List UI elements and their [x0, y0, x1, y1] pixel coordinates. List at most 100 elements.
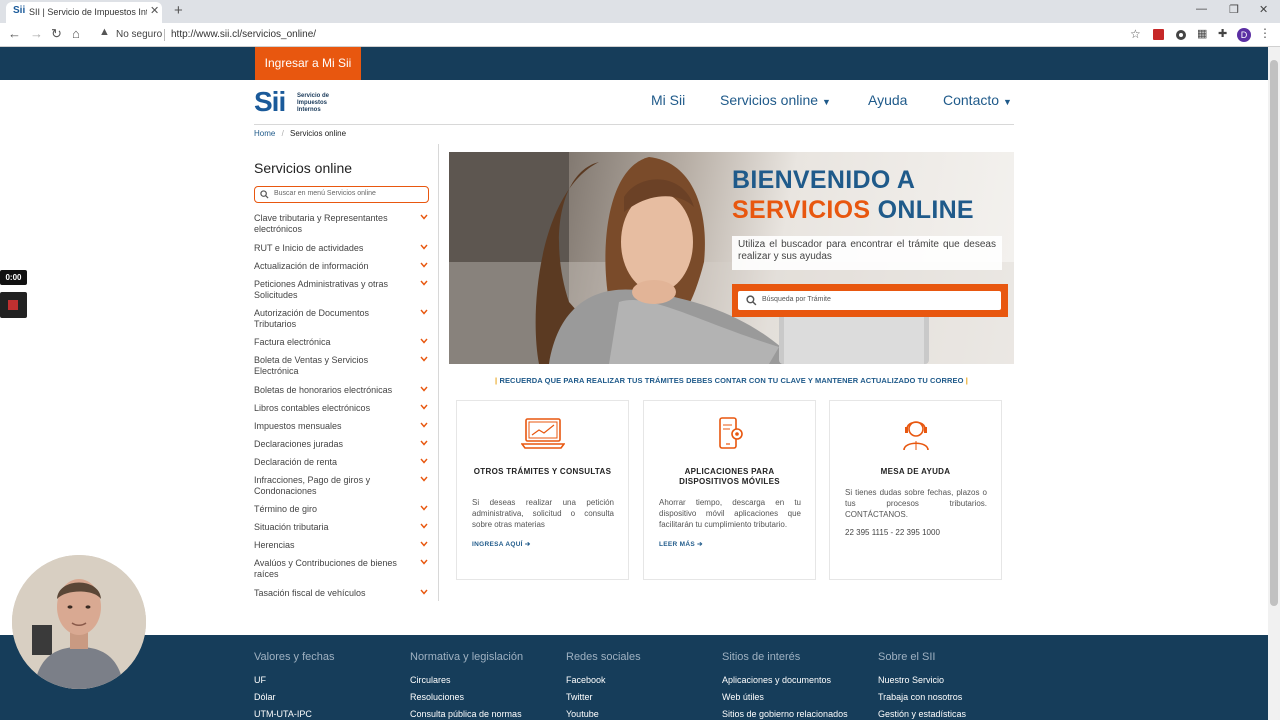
sidebar-item[interactable]: Término de giro — [254, 504, 434, 515]
chevron-down-icon[interactable] — [420, 404, 428, 410]
breadcrumb-home[interactable]: Home — [254, 129, 275, 138]
sidebar-item[interactable]: Situación tributaria — [254, 522, 434, 533]
sidebar-item[interactable]: Avalúos y Contribuciones de bienes raíce… — [254, 558, 434, 580]
restore-window-icon[interactable]: ❐ — [1229, 3, 1239, 16]
forward-arrow-icon[interactable]: → — [30, 26, 43, 41]
footer-link[interactable]: Aplicaciones y documentos — [722, 675, 831, 685]
chevron-down-icon[interactable] — [420, 338, 428, 344]
sidebar-item[interactable]: Autorización de Documentos Tributarios — [254, 308, 434, 330]
hero-title-line2: SERVICIOS ONLINE — [732, 196, 974, 225]
sidebar-item[interactable]: Herencias — [254, 540, 434, 551]
chevron-down-icon[interactable] — [420, 523, 428, 529]
card-text: Si deseas realizar una petición administ… — [472, 498, 614, 529]
browser-tab[interactable]: Sii SII | Servicio de Impuestos Intern ✕ — [6, 2, 162, 23]
footer-link[interactable]: Sitios de gobierno relacionados — [722, 709, 848, 719]
chevron-down-icon[interactable] — [420, 309, 428, 315]
footer-link[interactable]: Nuestro Servicio — [878, 675, 944, 685]
sidebar-item[interactable]: Factura electrónica — [254, 337, 434, 348]
nav-servicios-online[interactable]: Servicios online ▼ — [720, 92, 831, 108]
reload-icon[interactable]: ↻ — [51, 26, 62, 42]
card-link-label: LEER MÁS — [659, 541, 695, 548]
sidebar-item[interactable]: Impuestos mensuales — [254, 421, 434, 432]
chevron-down-icon[interactable] — [420, 422, 428, 428]
footer-link[interactable]: UF — [254, 675, 266, 685]
ingresar-mi-sii-button[interactable]: Ingresar a Mi Sii — [255, 47, 361, 80]
footer-link[interactable]: Trabaja con nosotros — [878, 692, 962, 702]
sidebar-item[interactable]: Declaración de renta — [254, 457, 434, 468]
breadcrumb: Home / Servicios online — [254, 129, 346, 138]
sidebar-item[interactable]: Peticiones Administrativas y otras Solic… — [254, 279, 434, 301]
nav-contacto[interactable]: Contacto ▼ — [943, 92, 1012, 108]
footer-link[interactable]: Resoluciones — [410, 692, 464, 702]
nav-ayuda[interactable]: Ayuda — [868, 92, 907, 108]
extension-circle-icon[interactable] — [1176, 30, 1186, 40]
sidebar-item[interactable]: Actualización de información — [254, 261, 434, 272]
chevron-down-icon[interactable] — [420, 559, 428, 565]
sidebar-search-input[interactable]: Buscar en menú Servicios online — [254, 186, 429, 203]
chevron-down-icon[interactable] — [420, 280, 428, 286]
url-text[interactable]: http://www.sii.cl/servicios_online/ — [171, 29, 316, 40]
chevron-down-icon[interactable] — [420, 476, 428, 482]
address-bar[interactable]: ▲ No seguro http://www.sii.cl/servicios_… — [94, 26, 1146, 44]
close-window-icon[interactable]: ✕ — [1259, 3, 1268, 16]
footer-link[interactable]: Web útiles — [722, 692, 764, 702]
sidebar-item-label: Autorización de Documentos Tributarios — [254, 308, 370, 329]
sidebar-item[interactable]: Boletas de honorarios electrónicas — [254, 385, 434, 396]
footer-link[interactable]: Gestión y estadísticas — [878, 709, 966, 719]
minimize-window-icon[interactable]: — — [1196, 3, 1207, 15]
card-otros-tramites: OTROS TRÁMITES Y CONSULTAS Si deseas rea… — [456, 400, 629, 580]
chevron-down-icon[interactable] — [420, 458, 428, 464]
bookmark-star-icon[interactable]: ☆ — [1130, 27, 1141, 41]
sidebar-item-label: Situación tributaria — [254, 522, 329, 532]
footer-link[interactable]: Twitter — [566, 692, 593, 702]
sidebar-item[interactable]: Clave tributaria y Representantes electr… — [254, 213, 434, 235]
sidebar-item-label: Herencias — [254, 540, 295, 550]
chevron-down-icon[interactable] — [420, 386, 428, 392]
notice-text: RECUERDA QUE PARA REALIZAR TUS TRÁMITES … — [499, 376, 964, 385]
security-label[interactable]: No seguro — [116, 29, 162, 40]
chevron-down-icon[interactable] — [420, 214, 428, 220]
sidebar-item[interactable]: Libros contables electrónicos — [254, 403, 434, 414]
footer — [0, 635, 1268, 720]
warning-triangle-icon[interactable]: ▲ — [99, 26, 110, 38]
footer-link[interactable]: Dólar — [254, 692, 276, 702]
extension-grid-icon[interactable]: ▦ — [1197, 29, 1208, 40]
browser-tab-strip: Sii SII | Servicio de Impuestos Intern ✕… — [0, 0, 1280, 23]
stop-recording-button[interactable] — [0, 292, 27, 318]
sii-logo[interactable]: Sii Servicio de Impuestos Internos — [254, 87, 349, 119]
chevron-down-icon[interactable] — [420, 541, 428, 547]
sidebar-item-label: RUT e Inicio de actividades — [254, 243, 364, 253]
back-arrow-icon[interactable]: ← — [8, 26, 21, 41]
footer-link[interactable]: Circulares — [410, 675, 451, 685]
profile-avatar[interactable]: D — [1237, 28, 1251, 42]
sidebar-item[interactable]: Infracciones, Pago de giros y Condonacio… — [254, 475, 434, 497]
footer-link[interactable]: Youtube — [566, 709, 599, 719]
notice-banner: | RECUERDA QUE PARA REALIZAR TUS TRÁMITE… — [449, 376, 1014, 385]
scrollbar-thumb[interactable] — [1270, 60, 1278, 606]
browser-menu-icon[interactable]: ⋮ — [1259, 26, 1271, 40]
extension-red-icon[interactable] — [1153, 29, 1164, 40]
home-icon[interactable]: ⌂ — [72, 26, 80, 41]
chevron-down-icon[interactable] — [420, 440, 428, 446]
close-tab-icon[interactable]: ✕ — [150, 4, 159, 17]
chevron-down-icon[interactable] — [420, 244, 428, 250]
leer-mas-link[interactable]: LEER MÁS ➔ — [659, 540, 703, 548]
ingresa-aqui-link[interactable]: INGRESA AQUÍ ➔ — [472, 540, 531, 548]
hero-search-input[interactable]: Búsqueda por Trámite — [738, 291, 1001, 310]
card-mesa-de-ayuda: MESA DE AYUDA Si tienes dudas sobre fech… — [829, 400, 1002, 580]
chevron-down-icon[interactable] — [420, 589, 428, 595]
nav-mi-sii[interactable]: Mi Sii — [651, 92, 685, 108]
sidebar-item[interactable]: Tasación fiscal de vehículos — [254, 588, 434, 599]
footer-link[interactable]: Facebook — [566, 675, 606, 685]
logo-mark: Sii — [254, 86, 286, 117]
new-tab-button[interactable]: + — [174, 2, 183, 19]
chevron-down-icon[interactable] — [420, 356, 428, 362]
sidebar-item[interactable]: Boleta de Ventas y Servicios Electrónica — [254, 355, 434, 377]
chevron-down-icon[interactable] — [420, 262, 428, 268]
footer-link[interactable]: Consulta pública de normas — [410, 709, 522, 719]
chevron-down-icon[interactable] — [420, 505, 428, 511]
footer-link[interactable]: UTM-UTA-IPC — [254, 709, 312, 719]
extensions-puzzle-icon[interactable]: ✚ — [1218, 29, 1229, 40]
sidebar-item[interactable]: RUT e Inicio de actividades — [254, 243, 434, 254]
sidebar-item[interactable]: Declaraciones juradas — [254, 439, 434, 450]
